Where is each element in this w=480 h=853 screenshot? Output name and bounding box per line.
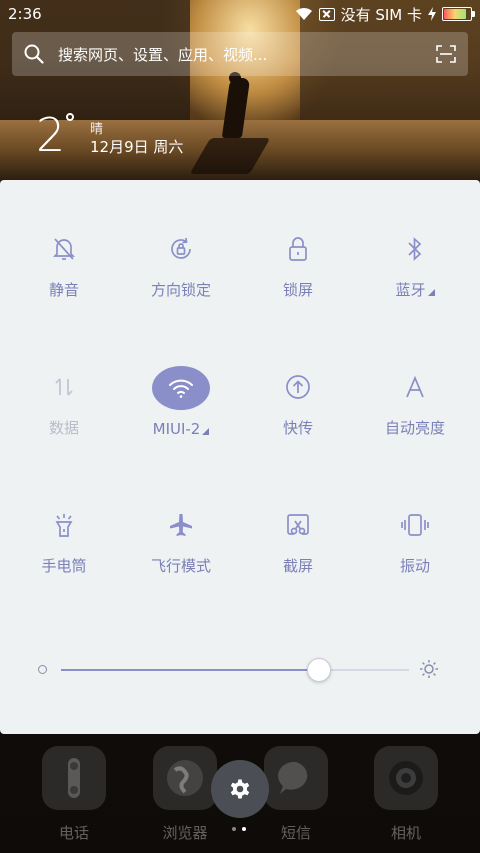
- quick-settings-panel: 静音 方向锁定 锁屏 蓝牙 数据 MIUI-2 快传 自动亮度 手电筒 飞行模式…: [0, 180, 480, 734]
- auto-brightness-icon: [386, 366, 444, 407]
- flashlight-icon: [35, 504, 93, 545]
- toggle-label: MIUI-2: [153, 420, 210, 438]
- message-icon: [264, 746, 328, 810]
- dock-app-phone[interactable]: 电话: [24, 746, 124, 843]
- page-dot: [232, 827, 236, 831]
- airplane-icon: [152, 504, 210, 545]
- gear-icon: [230, 779, 250, 799]
- bell-off-icon: [35, 228, 93, 269]
- degree-symbol-icon: [66, 113, 74, 121]
- toggle-label-text: MIUI-2: [152, 420, 201, 438]
- battery-level: [444, 9, 467, 19]
- search-bar[interactable]: 搜索网页、设置、应用、视频...: [12, 32, 468, 76]
- screenshot-icon: [269, 504, 327, 545]
- toggle-label: 飞行模式: [150, 557, 211, 575]
- wifi-status-icon: [295, 7, 312, 20]
- toggle-bluetooth[interactable]: 蓝牙: [355, 180, 475, 300]
- toggle-label: 快传: [282, 419, 313, 437]
- toggle-quick-share[interactable]: 快传: [238, 318, 358, 438]
- toggle-wifi[interactable]: MIUI-2: [121, 318, 241, 438]
- vibrate-icon: [386, 504, 444, 545]
- slider-thumb[interactable]: [306, 658, 331, 682]
- toggle-silent[interactable]: 静音: [4, 180, 124, 300]
- dock-app-label: 短信: [280, 824, 311, 842]
- dock-app-label: 浏览器: [162, 824, 208, 842]
- globe-icon: [153, 746, 217, 810]
- toggle-label: 截屏: [282, 557, 313, 575]
- toggle-vibrate[interactable]: 振动: [355, 456, 475, 576]
- toggle-label: 方向锁定: [150, 281, 211, 299]
- dock-app-label: 电话: [58, 824, 89, 842]
- menu-corner-icon: [202, 428, 210, 435]
- share-upload-icon: [269, 366, 327, 407]
- bluetooth-icon: [386, 228, 444, 269]
- menu-corner-icon: [427, 289, 435, 296]
- dock-app-label: 相机: [390, 824, 421, 842]
- data-arrows-icon: [35, 366, 93, 407]
- toggle-airplane-mode[interactable]: 飞行模式: [121, 456, 241, 576]
- settings-button[interactable]: [211, 760, 269, 818]
- toggle-label: 手电筒: [41, 557, 87, 575]
- toggle-lock-screen[interactable]: 锁屏: [238, 180, 358, 300]
- page-indicator: [232, 827, 246, 831]
- no-sim-icon: [318, 7, 335, 21]
- toggle-rotation-lock[interactable]: 方向锁定: [121, 180, 241, 300]
- toggle-label-text: 蓝牙: [395, 281, 426, 299]
- toggle-screenshot[interactable]: 截屏: [238, 456, 358, 576]
- brightness-slider[interactable]: [38, 654, 444, 684]
- slider-fill: [61, 669, 319, 671]
- page-dot-active: [242, 827, 246, 831]
- weather-temperature[interactable]: 2: [36, 110, 65, 160]
- toggle-label: 自动亮度: [384, 419, 445, 437]
- toggle-flashlight[interactable]: 手电筒: [4, 456, 124, 576]
- weather-condition: 晴: [90, 122, 104, 137]
- charging-icon: [428, 7, 436, 21]
- dock-app-camera[interactable]: 相机: [356, 746, 456, 843]
- brightness-low-icon: [38, 665, 47, 674]
- rotation-lock-icon: [152, 228, 210, 269]
- carrier-text: 没有 SIM 卡: [340, 5, 422, 24]
- brightness-high-icon: [420, 660, 438, 678]
- camera-icon: [374, 746, 438, 810]
- weather-date: 12月9日 周六: [90, 138, 184, 156]
- status-icons: 没有 SIM 卡: [295, 4, 475, 25]
- scan-icon[interactable]: [436, 45, 456, 63]
- toggle-label: 振动: [399, 557, 430, 575]
- battery-icon: [442, 7, 475, 21]
- toggle-label: 数据: [48, 419, 79, 437]
- lock-icon: [269, 228, 327, 269]
- phone-icon: [42, 746, 106, 810]
- search-input[interactable]: 搜索网页、设置、应用、视频...: [58, 44, 428, 65]
- toggle-mobile-data[interactable]: 数据: [4, 318, 124, 438]
- toggle-auto-brightness[interactable]: 自动亮度: [355, 318, 475, 438]
- wifi-icon: [152, 366, 210, 410]
- status-time: 2:36: [8, 5, 42, 23]
- toggle-label: 静音: [48, 281, 79, 299]
- toggle-label: 锁屏: [282, 281, 313, 299]
- toggle-label: 蓝牙: [395, 279, 435, 300]
- slider-track[interactable]: [61, 658, 409, 682]
- status-bar: 2:36 没有 SIM 卡: [0, 0, 480, 28]
- search-icon: [24, 44, 44, 64]
